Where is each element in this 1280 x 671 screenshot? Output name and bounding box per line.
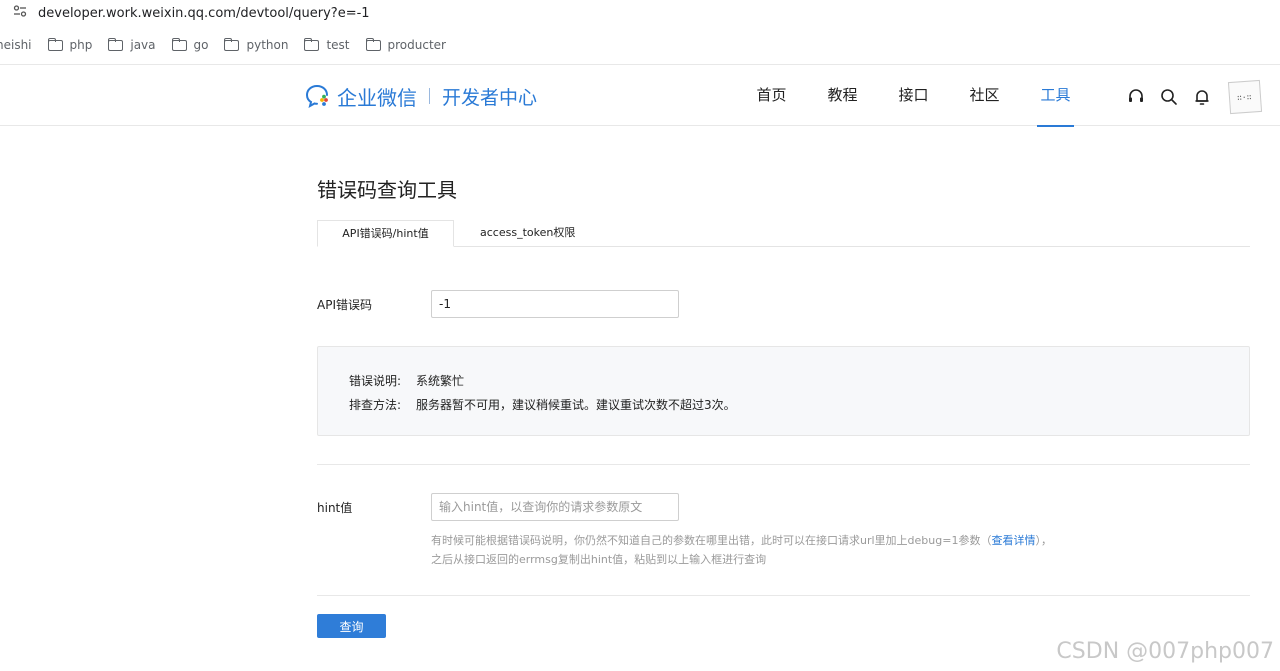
error-code-label: API错误码	[317, 298, 372, 312]
bookmarks-bar: neishi php java go python test producter	[0, 30, 1280, 60]
description-value: 系统繁忙	[416, 374, 465, 388]
bookmark-go[interactable]: go	[171, 37, 209, 52]
bookmark-label: java	[130, 38, 156, 52]
brand-subtitle: 开发者中心	[442, 87, 538, 109]
result-troubleshoot: 排查方法: 服务器暂不可用，建议稍候重试。建议重试次数不超过3次。	[349, 396, 736, 413]
site-header: 企业微信 开发者中心 首页 教程 接口 社区 工具 ∷·∷	[0, 64, 1280, 127]
bookmark-test[interactable]: test	[304, 37, 350, 52]
logo-divider	[429, 88, 430, 104]
troubleshoot-label: 排查方法:	[349, 398, 402, 412]
bookmark-java[interactable]: java	[108, 37, 156, 52]
help-line-2: 之后从接口返回的errmsg复制出hint值，粘贴到以上输入框进行查询	[431, 553, 767, 566]
search-icon[interactable]	[1159, 87, 1179, 107]
bookmark-label: php	[69, 38, 93, 52]
folder-icon	[47, 37, 63, 51]
description-label: 错误说明:	[349, 374, 402, 388]
folder-icon	[304, 37, 320, 51]
hint-help-text: 有时候可能根据错误码说明，你仍然不知道自己的参数在哪里出错，此时可以在接口请求u…	[431, 531, 1052, 569]
bookmark-producter[interactable]: producter	[365, 37, 446, 52]
folder-icon	[171, 37, 187, 51]
brand-name: 企业微信	[337, 87, 417, 110]
bookmark-python[interactable]: python	[224, 37, 289, 52]
page-title: 错误码查询工具	[317, 180, 457, 202]
main-nav: 首页 教程 接口 社区 工具	[736, 65, 1091, 127]
result-description: 错误说明: 系统繁忙	[349, 372, 464, 389]
divider	[317, 595, 1250, 596]
help-line-1: 有时候可能根据错误码说明，你仍然不知道自己的参数在哪里出错，此时可以在接口请求u…	[431, 531, 1052, 550]
hint-input[interactable]	[431, 493, 679, 521]
bookmark-label: python	[246, 38, 289, 52]
folder-icon	[365, 37, 381, 51]
bell-icon[interactable]	[1192, 87, 1212, 107]
bookmark-php[interactable]: php	[47, 37, 93, 52]
divider	[317, 464, 1250, 465]
site-settings-icon[interactable]	[12, 5, 28, 21]
svg-text:∷·∷: ∷·∷	[1237, 93, 1252, 103]
hint-label: hint值	[317, 501, 353, 515]
tab-bar: API错误码/hint值 access_token权限	[317, 220, 1250, 247]
bookmark-label: test	[326, 38, 350, 52]
error-code-input[interactable]	[431, 290, 679, 318]
nav-api[interactable]: 接口	[878, 65, 949, 127]
troubleshoot-value: 服务器暂不可用，建议稍候重试。建议重试次数不超过3次。	[416, 398, 736, 412]
nav-tools[interactable]: 工具	[1020, 65, 1091, 127]
address-bar[interactable]: developer.work.weixin.qq.com/devtool/que…	[0, 0, 1280, 26]
tab-api-error-code[interactable]: API错误码/hint值	[317, 220, 454, 247]
watermark: CSDN @007php007	[1056, 639, 1274, 664]
bookmark-neishi[interactable]: neishi	[0, 38, 32, 52]
url-text[interactable]: developer.work.weixin.qq.com/devtool/que…	[38, 6, 370, 21]
avatar[interactable]: ∷·∷	[1227, 79, 1263, 115]
view-details-link[interactable]: 查看详情	[991, 534, 1035, 547]
nav-home[interactable]: 首页	[736, 65, 807, 127]
query-button[interactable]: 查询	[317, 614, 386, 638]
tab-access-token[interactable]: access_token权限	[454, 220, 601, 247]
folder-icon	[224, 37, 240, 51]
nav-community[interactable]: 社区	[949, 65, 1020, 127]
header-actions: ∷·∷	[1126, 79, 1263, 115]
nav-tutorial[interactable]: 教程	[807, 65, 878, 127]
result-panel: 错误说明: 系统繁忙 排查方法: 服务器暂不可用，建议稍候重试。建议重试次数不超…	[317, 346, 1250, 436]
folder-icon	[108, 37, 124, 51]
help-text: ），	[1035, 534, 1052, 547]
wecom-logo-icon	[305, 83, 331, 109]
bookmark-label: go	[193, 38, 209, 52]
headset-icon[interactable]	[1126, 87, 1146, 107]
help-text: 有时候可能根据错误码说明，你仍然不知道自己的参数在哪里出错，此时可以在接口请求u…	[431, 534, 992, 547]
bookmark-label: producter	[387, 38, 446, 52]
logo[interactable]: 企业微信 开发者中心	[305, 81, 537, 111]
